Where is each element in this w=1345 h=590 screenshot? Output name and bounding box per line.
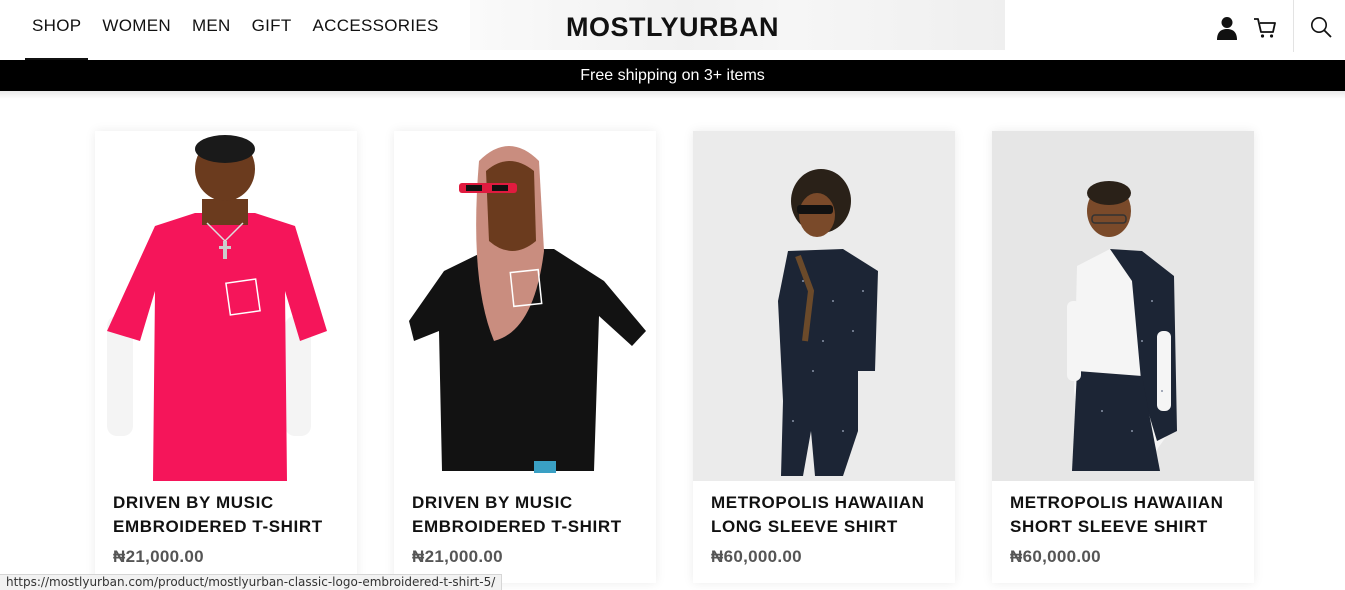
cart-icon[interactable] xyxy=(1253,17,1277,39)
product-image[interactable] xyxy=(992,131,1254,481)
product-image[interactable] xyxy=(693,131,955,481)
product-card[interactable]: DRIVEN BY MUSIC EMBROIDERED T-SHIRT ₦21,… xyxy=(95,131,357,583)
nav-accessories[interactable]: ACCESSORIES xyxy=(306,0,446,60)
banner-shadow xyxy=(0,91,1345,99)
product-image[interactable] xyxy=(394,131,656,481)
product-title[interactable]: DRIVEN BY MUSIC EMBROIDERED T-SHIRT xyxy=(113,491,343,539)
product-title[interactable]: METROPOLIS HAWAIIAN LONG SLEEVE SHIRT xyxy=(711,491,941,539)
product-grid: DRIVEN BY MUSIC EMBROIDERED T-SHIRT ₦21,… xyxy=(95,131,1255,583)
nav-gift[interactable]: GIFT xyxy=(245,0,299,60)
product-price: ₦21,000.00 xyxy=(113,547,204,566)
search-icon xyxy=(1311,17,1332,38)
browser-status-url: https://mostlyurban.com/product/mostlyur… xyxy=(0,574,503,590)
product-image[interactable] xyxy=(95,131,357,481)
product-card[interactable]: DRIVEN BY MUSIC EMBROIDERED T-SHIRT ₦21,… xyxy=(394,131,656,583)
main-nav: SHOP WOMEN MEN GIFT ACCESSORIES xyxy=(25,0,453,60)
product-title-line: DRIVEN BY MUSIC xyxy=(113,493,274,512)
product-title[interactable]: DRIVEN BY MUSIC EMBROIDERED T-SHIRT xyxy=(412,491,642,539)
product-title-line: SHORT SLEEVE SHIRT xyxy=(1010,517,1208,536)
promo-banner: Free shipping on 3+ items xyxy=(0,60,1345,91)
nav-men[interactable]: MEN xyxy=(185,0,238,60)
product-title-line: EMBROIDERED T-SHIRT xyxy=(113,517,323,536)
search-button[interactable] xyxy=(1293,0,1345,52)
site-header: SHOP WOMEN MEN GIFT ACCESSORIES MOSTLYUR… xyxy=(0,0,1345,60)
product-title-line: METROPOLIS HAWAIIAN xyxy=(711,493,925,512)
product-card[interactable]: METROPOLIS HAWAIIAN SHORT SLEEVE SHIRT ₦… xyxy=(992,131,1254,583)
product-title-line: METROPOLIS HAWAIIAN xyxy=(1010,493,1224,512)
user-icon[interactable] xyxy=(1216,16,1238,40)
product-title-line: LONG SLEEVE SHIRT xyxy=(711,517,898,536)
nav-shop[interactable]: SHOP xyxy=(25,0,89,60)
product-title[interactable]: METROPOLIS HAWAIIAN SHORT SLEEVE SHIRT xyxy=(1010,491,1240,539)
product-card[interactable]: METROPOLIS HAWAIIAN LONG SLEEVE SHIRT ₦6… xyxy=(693,131,955,583)
nav-women[interactable]: WOMEN xyxy=(95,0,178,60)
product-title-line: EMBROIDERED T-SHIRT xyxy=(412,517,622,536)
product-price: ₦60,000.00 xyxy=(1010,547,1101,566)
product-price: ₦60,000.00 xyxy=(711,547,802,566)
product-title-line: DRIVEN BY MUSIC xyxy=(412,493,573,512)
product-price: ₦21,000.00 xyxy=(412,547,503,566)
header-hero-image xyxy=(470,0,1005,50)
